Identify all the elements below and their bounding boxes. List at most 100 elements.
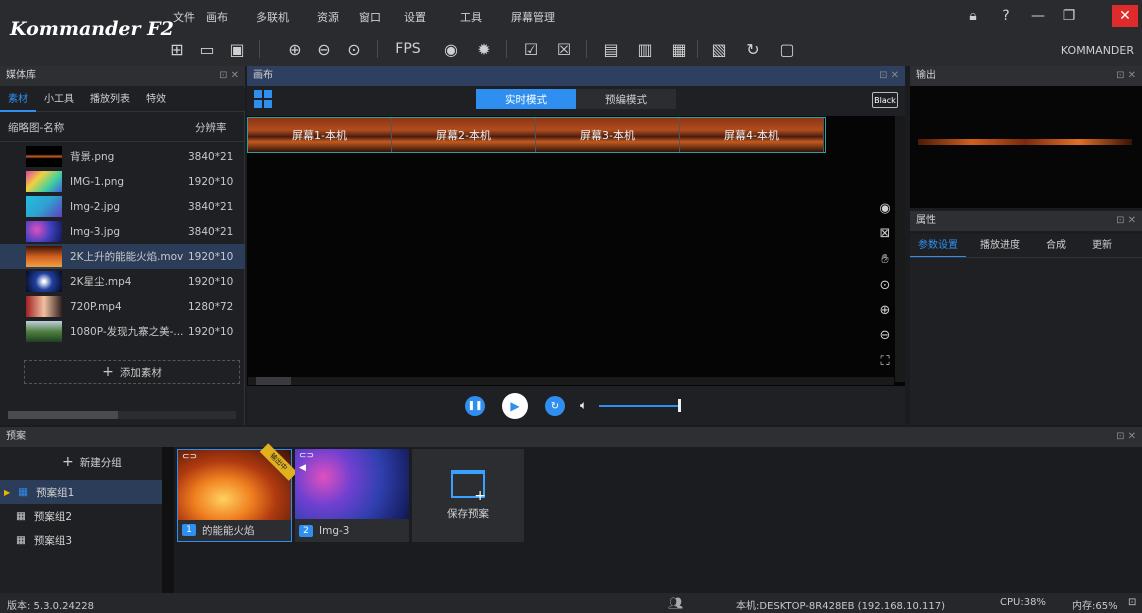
black-button[interactable]: Black (872, 92, 898, 108)
preedit-mode-button[interactable]: 预编模式 (576, 89, 676, 109)
media-resolution: 1280*72 (188, 300, 234, 313)
volume-knob[interactable] (678, 399, 681, 412)
menu-multi[interactable]: 多联机 (256, 9, 289, 25)
new-group-button[interactable]: + 新建分组 (0, 450, 162, 474)
media-thumbnail (26, 321, 62, 342)
media-name: 背景.png (70, 151, 115, 163)
monitor-off-icon[interactable]: ▥ (634, 38, 656, 60)
check-box-icon[interactable]: ☑ (520, 38, 542, 60)
menu-resource[interactable]: 资源 (317, 9, 339, 25)
display-icon[interactable]: ▦ (668, 38, 690, 60)
preset-card-2[interactable]: ⊂⊃ ◀ 2 Img-3 (295, 449, 409, 542)
restore-icon[interactable]: ❐ (1056, 5, 1082, 27)
media-item[interactable]: 2K上升的能能火焰.mov 1920*10 (0, 244, 245, 269)
layout-icon[interactable]: ▧ (708, 38, 730, 60)
add-material-button[interactable]: + 添加素材 (24, 360, 240, 384)
group-icon: ▦ (18, 486, 29, 498)
resize-icon[interactable]: ⊡ (1128, 597, 1136, 608)
volume-icon: ◀ (299, 463, 306, 473)
menu-canvas[interactable]: 画布 (206, 9, 228, 25)
tab-effects[interactable]: 特效 (138, 88, 174, 112)
minimize-icon[interactable]: — (1025, 5, 1051, 27)
menu-screen-mgmt[interactable]: 屏幕管理 (511, 9, 555, 25)
monitor-icon[interactable]: ▤ (600, 38, 622, 60)
panel-controls[interactable]: ⊡ ✕ (1116, 211, 1136, 231)
volume-icon[interactable]: 🔈︎ (580, 398, 587, 413)
preset-group-label: 预案组1 (36, 486, 75, 499)
tab-progress[interactable]: 播放进度 (972, 234, 1028, 257)
tab-playlist[interactable]: 播放列表 (82, 88, 138, 112)
panel-controls[interactable]: ⊡ ✕ (1116, 427, 1136, 447)
tab-material[interactable]: 素材 (0, 88, 36, 112)
new-file-icon[interactable]: ⊞ (166, 38, 188, 60)
fps-button[interactable]: FPS (388, 38, 428, 60)
pause-icon[interactable]: ❚❚ (465, 396, 485, 416)
zoom-out-icon[interactable]: ⊖ (876, 326, 894, 344)
preset-divider[interactable] (162, 447, 174, 593)
canvas-hscrollbar[interactable] (248, 377, 894, 385)
canvas-vscrollbar[interactable] (895, 116, 905, 382)
play-icon[interactable]: ▶ (502, 393, 528, 419)
hand-icon[interactable]: ✋︎ (876, 250, 894, 268)
loop-icon[interactable]: ↻ (545, 396, 565, 416)
fit-icon[interactable]: ⊠ (876, 224, 894, 242)
panel-controls[interactable]: ⊡ ✕ (1116, 66, 1136, 86)
users-icon[interactable]: 👥︎ (668, 596, 683, 610)
menu-settings[interactable]: 设置 (404, 9, 426, 25)
help-icon[interactable]: ? (993, 5, 1019, 27)
lock-icon[interactable]: 🔒︎ (960, 5, 986, 27)
screen-4[interactable]: 屏幕4-本机 (680, 118, 824, 152)
cross-box-icon[interactable]: ☒ (553, 38, 575, 60)
tab-widgets[interactable]: 小工具 (36, 88, 82, 112)
scroll-thumb[interactable] (8, 411, 118, 419)
save-icon[interactable]: ▣ (226, 38, 248, 60)
preset-card-1[interactable]: ⊂⊃ 输出中 1 的能能火焰 (177, 443, 298, 542)
media-item[interactable]: 1080P-发现九寨之美-... 1920*10 (0, 319, 245, 344)
media-item[interactable]: IMG-1.png 1920*10 (0, 169, 245, 194)
media-hscrollbar[interactable] (8, 411, 236, 419)
brightness-icon[interactable]: ✹ (473, 38, 495, 60)
center-icon[interactable]: ⊙ (876, 276, 894, 294)
media-item[interactable]: 背景.png 3840*21 (0, 144, 245, 169)
menu-tools[interactable]: 工具 (460, 9, 482, 25)
menu-window[interactable]: 窗口 (359, 9, 381, 25)
tab-update[interactable]: 更新 (1084, 234, 1120, 257)
target-icon[interactable]: ⊙ (343, 38, 365, 60)
media-item[interactable]: 2K星尘.mp4 1920*10 (0, 269, 245, 294)
preset-group-1[interactable]: ▶ ▦ 预案组1 (0, 480, 162, 504)
tab-composite[interactable]: 合成 (1038, 234, 1074, 257)
tab-params[interactable]: 参数设置 (910, 234, 966, 257)
media-item[interactable]: Img-3.jpg 3840*21 (0, 219, 245, 244)
refresh-icon[interactable]: ↻ (742, 38, 764, 60)
zoom-out-icon[interactable]: ⊖ (313, 38, 335, 60)
preset-group-2[interactable]: ▦ 预案组2 (0, 504, 162, 528)
visibility-icon[interactable]: ◉ (876, 199, 894, 217)
properties-tabs: 参数设置 播放进度 合成 更新 (910, 234, 1142, 258)
screen-3[interactable]: 屏幕3-本机 (536, 118, 680, 152)
new-group-label: 新建分组 (79, 456, 122, 469)
grid-layout-icon[interactable] (254, 90, 272, 108)
zoom-in-icon[interactable]: ⊕ (876, 301, 894, 319)
save-preset-button[interactable]: + 保存预案 (412, 449, 524, 542)
volume-slider[interactable] (599, 405, 680, 407)
media-item[interactable]: 720P.mp4 1280*72 (0, 294, 245, 319)
media-resolution: 1920*10 (188, 325, 234, 338)
preset-group-label: 预案组3 (33, 534, 73, 547)
panel-controls[interactable]: ⊡ ✕ (879, 66, 899, 86)
user-name: KOMMANDER (1060, 44, 1134, 57)
scroll-thumb[interactable] (256, 377, 291, 385)
eye-icon[interactable]: ◉ (440, 38, 462, 60)
zoom-in-icon[interactable]: ⊕ (284, 38, 306, 60)
canvas-panel-title: 画布 (253, 70, 273, 81)
media-item[interactable]: Img-2.jpg 3840*21 (0, 194, 245, 219)
realtime-mode-button[interactable]: 实时模式 (476, 89, 576, 109)
close-icon[interactable]: ✕ (1112, 5, 1138, 27)
window-icon[interactable]: ▢ (776, 38, 798, 60)
preset-group-3[interactable]: ▦ 预案组3 (0, 528, 162, 552)
menu-file[interactable]: 文件 (173, 9, 195, 25)
panel-controls[interactable]: ⊡ ✕ (219, 66, 239, 86)
open-folder-icon[interactable]: ▭ (196, 38, 218, 60)
fullscreen-icon[interactable]: ⛶ (876, 352, 894, 370)
screen-2[interactable]: 屏幕2-本机 (392, 118, 536, 152)
screen-1[interactable]: 屏幕1-本机 (248, 118, 392, 152)
